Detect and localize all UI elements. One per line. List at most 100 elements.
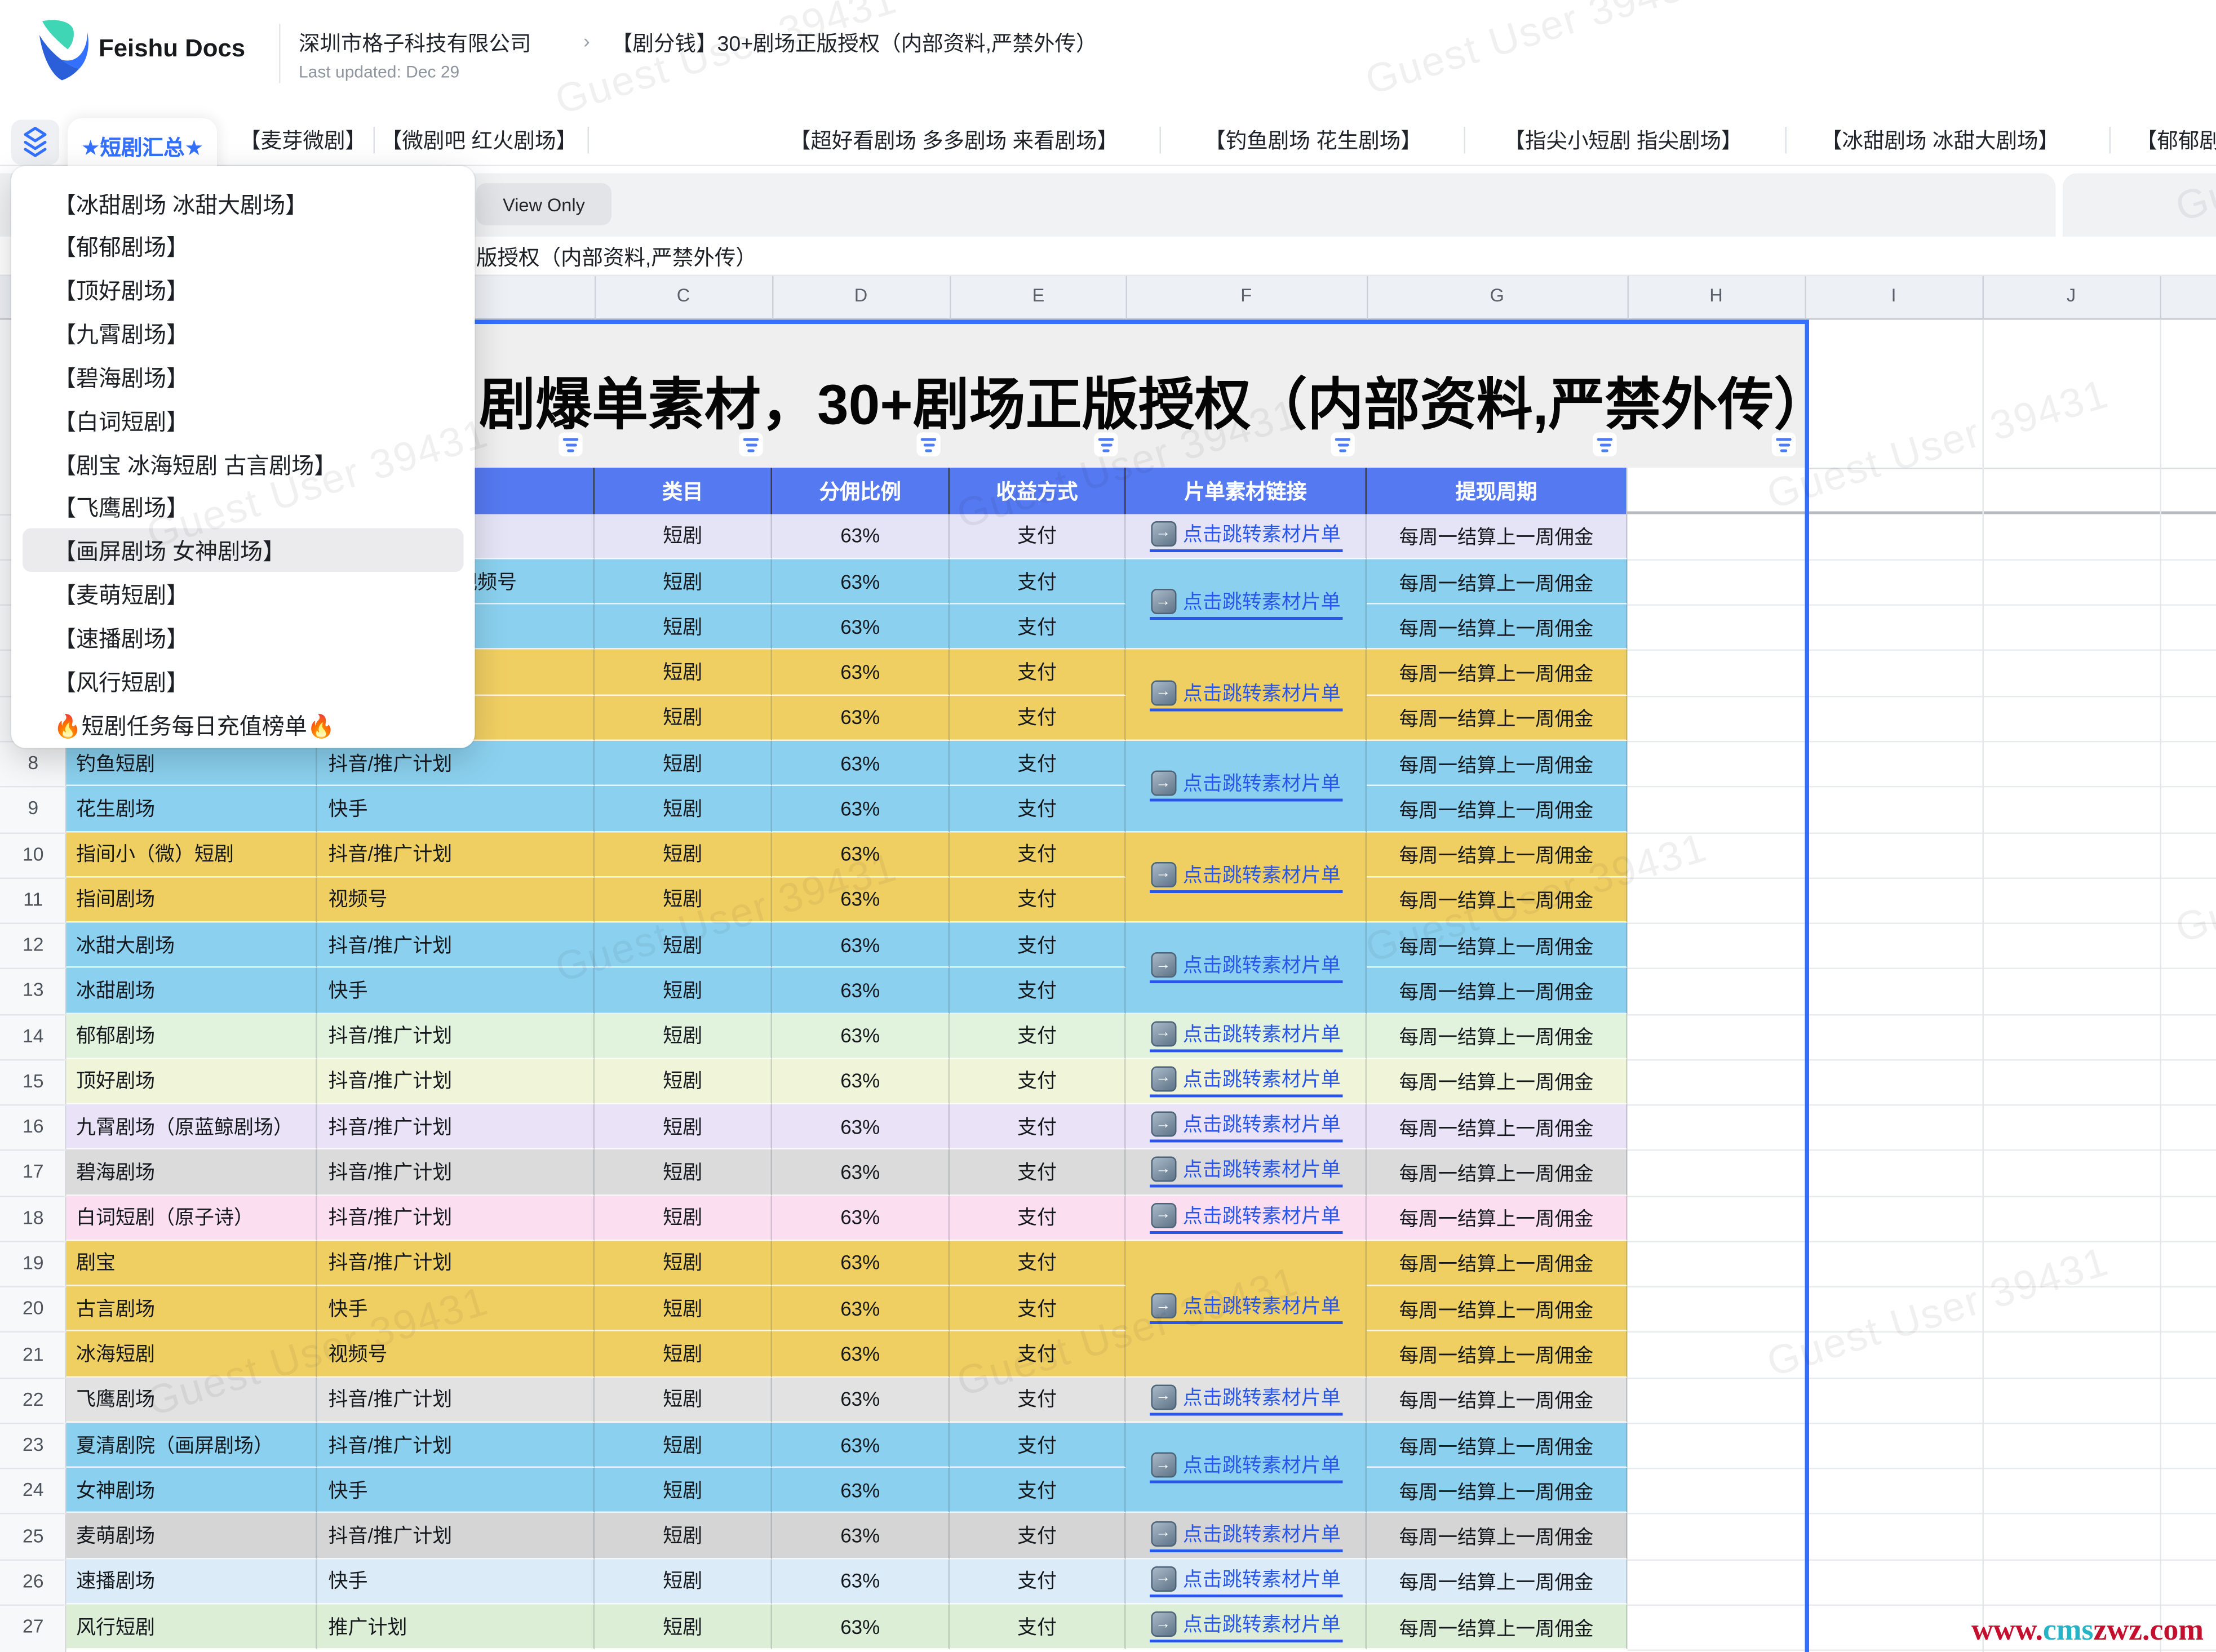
cell-D7[interactable]: 63% [772,695,950,741]
cell-A24[interactable]: 女神剧场 [67,1468,317,1513]
dropdown-item-4[interactable]: 【碧海剧场】 [23,354,464,398]
cell-B18[interactable]: 抖音/推广计划 [317,1195,595,1241]
cell-A14[interactable]: 郁郁剧场 [67,1014,317,1059]
filter-icon[interactable] [916,433,941,457]
cell-C9[interactable]: 短剧 [595,787,772,832]
cell-C22[interactable]: 短剧 [595,1377,772,1423]
cell-B20[interactable]: 快手 [317,1286,595,1332]
cell-E20[interactable]: 支付 [950,1286,1126,1332]
cell-C19[interactable]: 短剧 [595,1241,772,1286]
cell-F18[interactable]: →点击跳转素材片单 [1126,1195,1367,1241]
cell-D5[interactable]: 63% [772,605,950,650]
cell-D11[interactable]: 63% [772,877,950,923]
cell-E14[interactable]: 支付 [950,1014,1126,1059]
filter-icon[interactable] [559,433,583,457]
cell-C14[interactable]: 短剧 [595,1014,772,1059]
cell-G27[interactable]: 每周一结算上一周佣金 [1367,1604,1628,1650]
cell-A9[interactable]: 花生剧场 [67,787,317,832]
cell-E22[interactable]: 支付 [950,1377,1126,1423]
cell-E16[interactable]: 支付 [950,1104,1126,1150]
cell-D25[interactable]: 63% [772,1513,950,1559]
cell-D15[interactable]: 63% [772,1059,950,1105]
cell-E11[interactable]: 支付 [950,877,1126,923]
cell-E12[interactable]: 支付 [950,923,1126,969]
material-list-link[interactable]: →点击跳转素材片单 [1149,588,1342,620]
filter-icon[interactable] [739,433,763,457]
dropdown-item-12[interactable]: 🔥短剧任务每日充值榜单🔥 [23,701,464,745]
column-letter-C[interactable]: C [677,285,690,306]
cell-D21[interactable]: 63% [772,1331,950,1377]
cell-A26[interactable]: 速播剧场 [67,1559,317,1605]
cell-C20[interactable]: 短剧 [595,1286,772,1332]
cell-F12[interactable]: →点击跳转素材片单 [1126,923,1367,1014]
cell-G7[interactable]: 每周一结算上一周佣金 [1367,695,1628,741]
material-list-link[interactable]: →点击跳转素材片单 [1149,1065,1342,1098]
cell-E5[interactable]: 支付 [950,605,1126,650]
cell-F19[interactable]: →点击跳转素材片单 [1126,1241,1367,1377]
dropdown-item-11[interactable]: 【风行短剧】 [23,658,464,702]
header-cell-3[interactable]: 分佣比例 [772,468,950,514]
cell-D4[interactable]: 63% [772,559,950,605]
cell-D3[interactable]: 63% [772,514,950,559]
cell-B10[interactable]: 抖音/推广计划 [317,832,595,877]
dropdown-item-0[interactable]: 【冰甜剧场 冰甜大剧场】 [23,180,464,224]
sheet-tab-6[interactable]: 【冰甜剧场 冰甜大剧场】 [1821,113,2059,166]
cell-D12[interactable]: 63% [772,923,950,969]
cell-D24[interactable]: 63% [772,1468,950,1513]
cell-C16[interactable]: 短剧 [595,1104,772,1150]
cell-E10[interactable]: 支付 [950,832,1126,877]
cell-E7[interactable]: 支付 [950,695,1126,741]
dropdown-item-2[interactable]: 【顶好剧场】 [23,267,464,311]
cell-F10[interactable]: →点击跳转素材片单 [1126,832,1367,922]
material-list-link[interactable]: →点击跳转素材片单 [1149,1292,1342,1325]
cell-D17[interactable]: 63% [772,1150,950,1196]
cell-C17[interactable]: 短剧 [595,1150,772,1196]
cell-G22[interactable]: 每周一结算上一周佣金 [1367,1377,1628,1423]
filter-icon[interactable] [1772,433,1796,457]
cell-D6[interactable]: 63% [772,650,950,696]
cell-D27[interactable]: 63% [772,1604,950,1650]
cell-C5[interactable]: 短剧 [595,605,772,650]
material-list-link[interactable]: →点击跳转素材片单 [1149,1111,1342,1143]
column-letter-F[interactable]: F [1240,285,1252,306]
cell-D16[interactable]: 63% [772,1104,950,1150]
sheet-tab-3[interactable]: 【超好看剧场 多多剧场 来看剧场】 [790,113,1118,166]
breadcrumb-company[interactable]: 深圳市格子科技有限公司 [299,28,531,58]
sheet-tab-1[interactable]: 【麦芽微剧】 [240,113,366,166]
cell-C21[interactable]: 短剧 [595,1331,772,1377]
cell-E23[interactable]: 支付 [950,1423,1126,1468]
column-letter-D[interactable]: D [854,285,867,306]
cell-G10[interactable]: 每周一结算上一周佣金 [1367,832,1628,877]
material-list-link[interactable]: →点击跳转素材片单 [1149,860,1342,893]
material-list-link[interactable]: →点击跳转素材片单 [1149,1201,1342,1234]
cell-F4[interactable]: →点击跳转素材片单 [1126,559,1367,650]
cell-D26[interactable]: 63% [772,1559,950,1605]
cell-D22[interactable]: 63% [772,1377,950,1423]
cell-C11[interactable]: 短剧 [595,877,772,923]
cell-A25[interactable]: 麦萌剧场 [67,1513,317,1559]
cell-C3[interactable]: 短剧 [595,514,772,559]
material-list-link[interactable]: →点击跳转素材片单 [1149,1156,1342,1188]
cell-B9[interactable]: 快手 [317,787,595,832]
cell-A10[interactable]: 指间小（微）短剧 [67,832,317,877]
cell-F6[interactable]: →点击跳转素材片单 [1126,650,1367,741]
cell-B25[interactable]: 抖音/推广计划 [317,1513,595,1559]
material-list-link[interactable]: →点击跳转素材片单 [1149,519,1342,552]
cell-A13[interactable]: 冰甜剧场 [67,968,317,1014]
cell-G20[interactable]: 每周一结算上一周佣金 [1367,1286,1628,1332]
filter-icon[interactable] [1331,433,1355,457]
cell-C10[interactable]: 短剧 [595,832,772,877]
cell-G18[interactable]: 每周一结算上一周佣金 [1367,1195,1628,1241]
dropdown-item-9[interactable]: 【麦萌短剧】 [23,571,464,615]
cell-C4[interactable]: 短剧 [595,559,772,605]
cell-E4[interactable]: 支付 [950,559,1126,605]
cell-D10[interactable]: 63% [772,832,950,877]
sheet-tab-7[interactable]: 【郁郁剧场】 [2136,113,2216,166]
cell-E19[interactable]: 支付 [950,1241,1126,1286]
cell-B26[interactable]: 快手 [317,1559,595,1605]
cell-E17[interactable]: 支付 [950,1150,1126,1196]
cell-A20[interactable]: 古言剧场 [67,1286,317,1332]
cell-E9[interactable]: 支付 [950,787,1126,832]
cell-G23[interactable]: 每周一结算上一周佣金 [1367,1423,1628,1468]
material-list-link[interactable]: →点击跳转素材片单 [1149,1019,1342,1052]
